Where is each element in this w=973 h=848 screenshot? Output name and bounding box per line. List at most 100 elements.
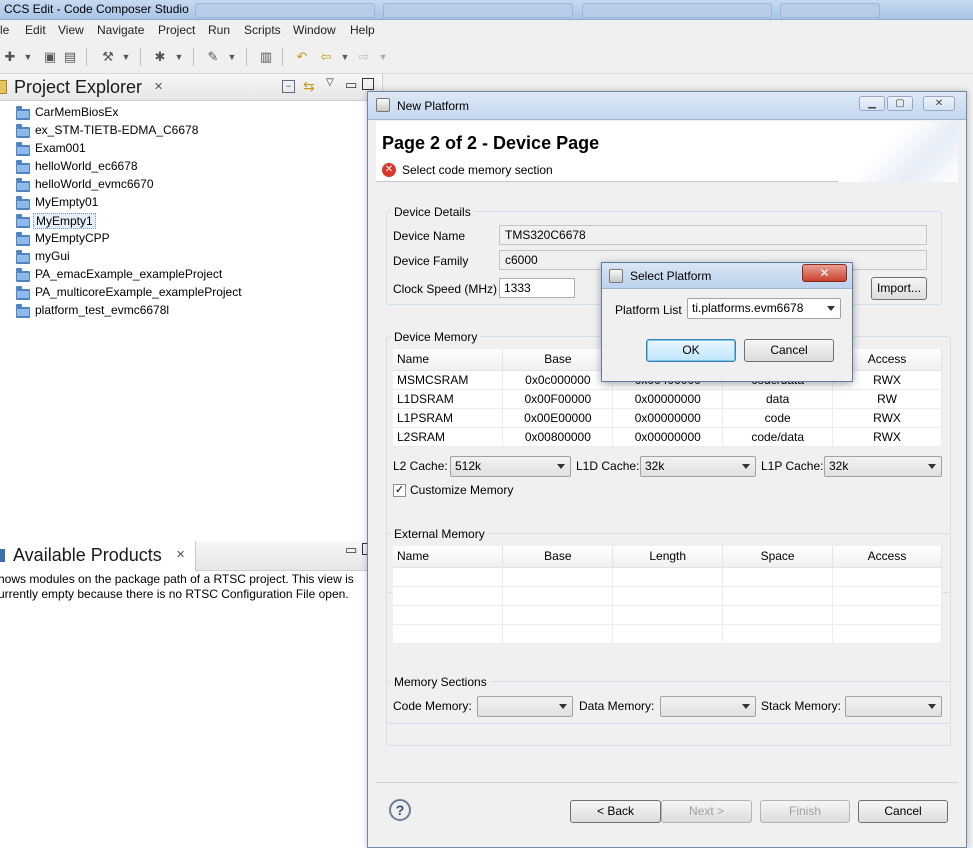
minimize-icon[interactable]: ▭ [345, 77, 357, 93]
view-menu-icon[interactable]: ▽ [326, 77, 334, 88]
import-button[interactable]: Import... [871, 277, 927, 300]
table-row[interactable]: L2SRAM 0x00800000 0x00000000 code/data RWX [393, 427, 942, 447]
menu-file[interactable]: le [0, 23, 9, 37]
folder-icon [16, 196, 30, 210]
menu-help[interactable]: Help [350, 23, 375, 37]
close-icon[interactable]: ✕ [154, 80, 163, 93]
collapse-all-icon[interactable]: − [282, 80, 295, 93]
project-tree-item[interactable]: myGui [35, 249, 70, 263]
column-header[interactable]: Access [832, 546, 942, 568]
code-memory-select[interactable] [477, 696, 573, 717]
chevron-down-icon[interactable]: ▼ [118, 49, 134, 65]
column-header[interactable]: Base [502, 546, 614, 568]
menu-scripts[interactable]: Scripts [244, 23, 281, 37]
last-edit-icon[interactable]: ↶ [294, 49, 310, 65]
table-row [393, 567, 942, 587]
toolbar-separator [86, 48, 87, 66]
l1p-cache-select[interactable]: 32k [824, 456, 942, 477]
project-tree-item[interactable]: Exam001 [35, 141, 86, 155]
save-all-icon[interactable]: ▤ [62, 49, 78, 65]
available-products-title: Available Products [13, 545, 162, 565]
minimize-icon[interactable]: ▭ [345, 542, 357, 558]
column-header[interactable]: Name [393, 349, 504, 371]
table-cell [502, 586, 614, 606]
chevron-down-icon[interactable]: ▼ [224, 49, 240, 65]
console-icon[interactable]: ▥ [258, 49, 274, 65]
build-hammer-icon[interactable]: ⚒ [100, 49, 116, 65]
chevron-down-icon[interactable]: ▼ [171, 49, 187, 65]
table-row[interactable]: L1PSRAM 0x00E00000 0x00000000 code RWX [393, 408, 942, 428]
table-cell: code/data [722, 427, 834, 447]
background-browser-tab [195, 3, 375, 18]
table-cell [832, 586, 942, 606]
save-icon[interactable]: ▣ [42, 49, 58, 65]
l1p-cache-value: 32k [829, 459, 849, 473]
project-tree-item[interactable]: CarMemBiosEx [35, 105, 118, 119]
menu-project[interactable]: Project [158, 23, 195, 37]
debug-bug-icon[interactable]: ✱ [152, 49, 168, 65]
table-cell: 0x00E00000 [502, 408, 614, 428]
table-row [393, 624, 942, 644]
table-row [393, 605, 942, 625]
project-tree-item[interactable]: PA_emacExample_exampleProject [35, 267, 222, 281]
platform-list-value: ti.platforms.evm6678 [692, 301, 804, 315]
back-arrow-icon[interactable]: ⇦ [318, 49, 334, 65]
close-button[interactable]: ✕ [802, 264, 847, 282]
l2-cache-select[interactable]: 512k [450, 456, 571, 477]
table-cell [722, 586, 834, 606]
new-platform-title: New Platform [397, 99, 470, 113]
project-tree-item[interactable]: MyEmpty01 [35, 195, 98, 209]
menu-run[interactable]: Run [208, 23, 230, 37]
external-memory-table[interactable]: Name Base Length Space Access [393, 546, 942, 644]
new-icon[interactable]: ✚ [2, 49, 18, 65]
close-button[interactable]: ✕ [923, 96, 955, 111]
menu-view[interactable]: View [58, 23, 84, 37]
project-tree-item[interactable]: platform_test_evmc6678l [35, 303, 169, 317]
forward-arrow-icon[interactable]: ⇨ [356, 49, 372, 65]
table-cell: L2SRAM [393, 427, 504, 447]
select-platform-dialog: Select Platform ✕ Platform List ti.platf… [601, 262, 853, 382]
column-header[interactable]: Space [722, 546, 834, 568]
chevron-down-icon[interactable]: ▼ [20, 49, 36, 65]
platform-list-select[interactable]: ti.platforms.evm6678 [687, 298, 841, 319]
project-explorer-title: Project Explorer [14, 77, 143, 97]
back-button[interactable]: < Back [570, 800, 661, 823]
menu-edit[interactable]: Edit [25, 23, 46, 37]
folder-icon [16, 232, 30, 246]
project-tree-item[interactable]: ex_STM-TIETB-EDMA_C6678 [35, 123, 198, 137]
l1p-cache-label: L1P Cache: [761, 459, 824, 473]
column-header[interactable]: Base [502, 349, 614, 371]
l1d-cache-select[interactable]: 32k [640, 456, 756, 477]
next-button[interactable]: Next > [661, 800, 752, 823]
cancel-button[interactable]: Cancel [744, 339, 834, 362]
clock-speed-input[interactable]: 1333 [499, 278, 575, 298]
ok-button[interactable]: OK [646, 339, 736, 362]
table-cell: data [722, 389, 834, 409]
close-icon[interactable]: ✕ [176, 548, 185, 561]
finish-button[interactable]: Finish [760, 800, 850, 823]
data-memory-select[interactable] [660, 696, 756, 717]
column-header[interactable]: Length [612, 546, 724, 568]
table-row[interactable]: L1DSRAM 0x00F00000 0x00000000 data RW [393, 389, 942, 409]
flash-icon[interactable]: ✎ [205, 49, 221, 65]
project-tree-item[interactable]: PA_multicoreExample_exampleProject [35, 285, 242, 299]
maximize-button[interactable]: ▢ [887, 96, 913, 111]
menu-navigate[interactable]: Navigate [97, 23, 144, 37]
cancel-button[interactable]: Cancel [858, 800, 948, 823]
help-icon[interactable]: ? [389, 799, 411, 821]
table-cell: 0x00000000 [612, 408, 724, 428]
chevron-down-icon[interactable]: ▼ [375, 49, 391, 65]
minimize-button[interactable]: ▁ [859, 96, 885, 111]
column-header[interactable]: Name [393, 546, 504, 568]
link-with-editor-icon[interactable]: ⇆ [303, 78, 315, 95]
project-tree-item[interactable]: helloWorld_ec6678 [35, 159, 138, 173]
menu-window[interactable]: Window [293, 23, 336, 37]
chevron-down-icon[interactable]: ▼ [337, 49, 353, 65]
available-products-tab[interactable]: Available Products ✕ [0, 541, 196, 571]
project-tree-item[interactable]: helloWorld_evmc6670 [35, 177, 154, 191]
project-tree-item[interactable]: MyEmpty1 [33, 213, 96, 229]
stack-memory-select[interactable] [845, 696, 942, 717]
customize-memory-checkbox[interactable]: ✓ [393, 484, 406, 497]
project-tree-item[interactable]: MyEmptyCPP [35, 231, 110, 245]
maximize-icon[interactable] [362, 78, 374, 90]
